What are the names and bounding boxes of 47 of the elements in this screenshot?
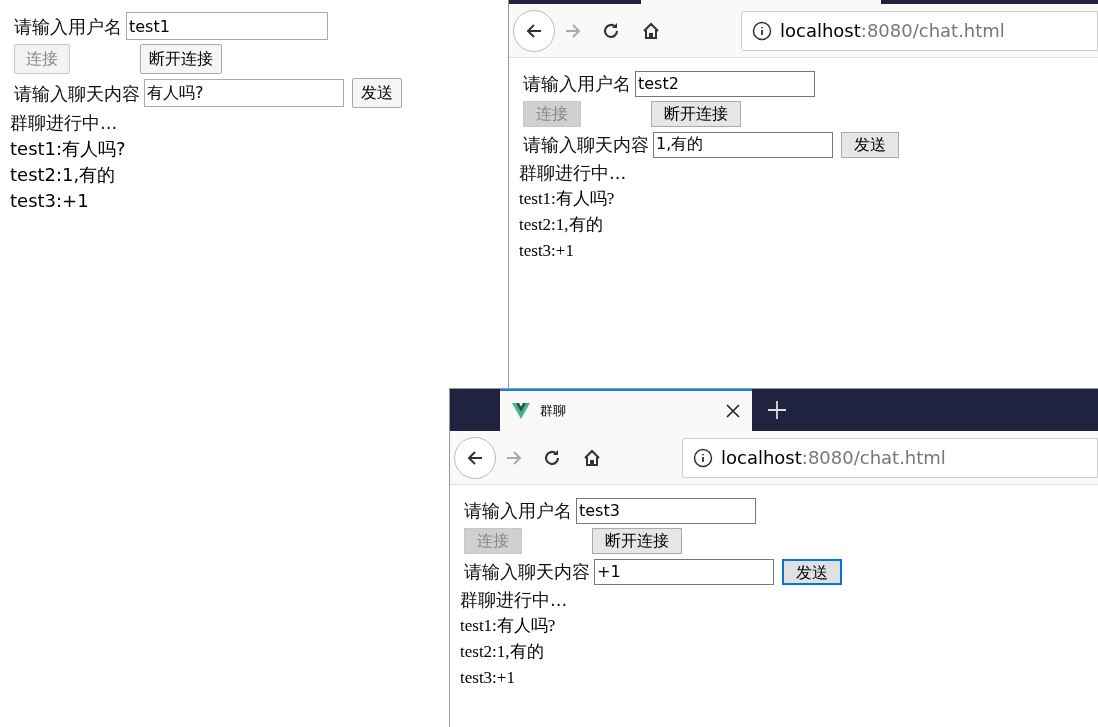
username-field[interactable]: test1 bbox=[126, 12, 328, 40]
disconnect-button[interactable]: 断开连接 bbox=[140, 44, 222, 74]
disconnect-button[interactable]: 断开连接 bbox=[592, 528, 682, 554]
tab-title: 群聊 bbox=[540, 402, 567, 421]
chat-message: test1:有人吗? bbox=[10, 137, 127, 161]
username-field[interactable]: test3 bbox=[576, 497, 756, 524]
username-field[interactable]: test2 bbox=[635, 70, 815, 97]
url-host: localhost bbox=[721, 446, 802, 470]
chat-message: test3:+1 bbox=[460, 667, 516, 689]
home-icon bbox=[641, 20, 661, 41]
chat-status: 群聊进行中... bbox=[519, 161, 628, 185]
info-icon bbox=[752, 20, 772, 41]
home-icon bbox=[582, 447, 602, 468]
chat-message: test1:有人吗? bbox=[519, 188, 616, 210]
username-label: 请输入用户名 bbox=[14, 14, 122, 39]
chat-message: test2:1,有的 bbox=[460, 641, 545, 663]
url-path: :8080/chat.html bbox=[860, 19, 1005, 43]
disconnect-button[interactable]: 断开连接 bbox=[651, 101, 741, 127]
chat-status: 群聊进行中... bbox=[10, 111, 119, 135]
v-logo-icon bbox=[512, 403, 530, 419]
back-button[interactable] bbox=[513, 9, 555, 52]
address-bar[interactable]: localhost:8080/chat.html bbox=[682, 437, 1098, 478]
plus-icon[interactable] bbox=[768, 401, 786, 419]
chat-message: test3:+1 bbox=[519, 240, 575, 262]
chat-message: test2:1,有的 bbox=[519, 214, 604, 236]
browser-tab[interactable]: 群聊 bbox=[500, 389, 752, 431]
back-button[interactable] bbox=[454, 436, 496, 479]
send-button[interactable]: 发送 bbox=[782, 558, 842, 585]
username-label: 请输入用户名 bbox=[523, 72, 631, 96]
chat-message: test1:有人吗? bbox=[460, 615, 557, 637]
url-host: localhost bbox=[780, 19, 861, 43]
chat-status: 群聊进行中... bbox=[460, 588, 569, 612]
message-field[interactable]: 有人吗? bbox=[144, 79, 344, 107]
address-bar[interactable]: localhost:8080/chat.html bbox=[741, 10, 1098, 51]
send-button[interactable]: 发送 bbox=[841, 131, 899, 158]
message-label: 请输入聊天内容 bbox=[14, 81, 140, 106]
close-icon[interactable] bbox=[726, 404, 740, 418]
username-label: 请输入用户名 bbox=[464, 499, 572, 523]
chat-message: test2:1,有的 bbox=[10, 163, 117, 187]
message-field[interactable]: 1,有的 bbox=[653, 131, 833, 158]
info-icon bbox=[693, 447, 713, 468]
message-field[interactable]: +1 bbox=[594, 558, 774, 585]
url-path: :8080/chat.html bbox=[801, 446, 946, 470]
chat-message: test3:+1 bbox=[10, 189, 90, 213]
message-label: 请输入聊天内容 bbox=[523, 133, 649, 157]
message-label: 请输入聊天内容 bbox=[464, 560, 590, 584]
send-button[interactable]: 发送 bbox=[352, 78, 402, 108]
